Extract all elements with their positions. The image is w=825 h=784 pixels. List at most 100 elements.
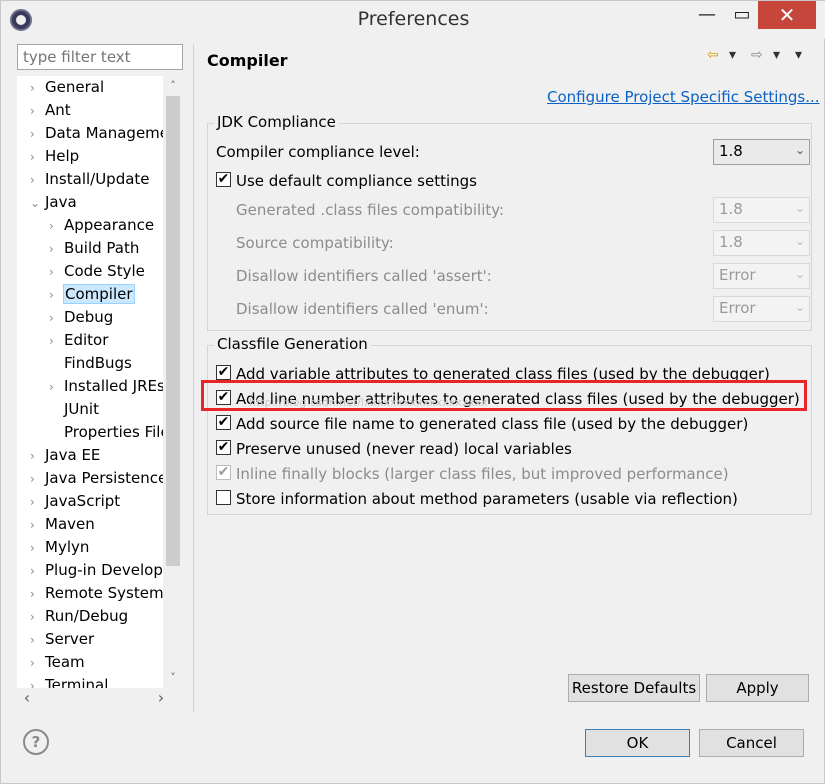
tree-item[interactable]: › Installed JREs	[49, 375, 166, 398]
expand-chevron-icon[interactable]: ›	[30, 100, 44, 123]
tree-item[interactable]: Properties File	[49, 421, 171, 444]
tree-item[interactable]: › Terminal	[30, 674, 109, 688]
source-compat-select[interactable]: 1.8 ⌄	[713, 230, 810, 256]
compliance-level-label: Compiler compliance level:	[216, 143, 420, 161]
tree-item-label: Team	[45, 653, 85, 671]
expand-chevron-icon[interactable]: ›	[30, 583, 44, 606]
tree-item-label: JUnit	[64, 400, 99, 418]
classfile-option-row[interactable]: Store information about method parameter…	[216, 487, 738, 511]
expand-chevron-icon[interactable]: ›	[30, 537, 44, 560]
assert-identifier-select[interactable]: Error ⌄	[713, 263, 810, 289]
expanded-chevron-icon[interactable]: ⌄	[30, 192, 44, 215]
unchecked-checkbox[interactable]	[216, 490, 231, 505]
expand-chevron-icon[interactable]: ›	[30, 606, 44, 629]
use-default-checkbox[interactable]: ✔	[216, 172, 231, 187]
cancel-button[interactable]: Cancel	[699, 729, 804, 757]
title-bar: Preferences — ▭ ✕	[1, 1, 825, 39]
tree-item[interactable]: › Run/Debug	[30, 605, 129, 628]
tree-item[interactable]: › Debug	[49, 306, 114, 329]
tree-item[interactable]: › JavaScript	[30, 490, 121, 513]
checked-checkbox[interactable]: ✔	[216, 440, 231, 455]
dialog-body: ›General›Ant›Data Managemen›Help›Install…	[9, 39, 820, 777]
chevron-down-icon: ⌄	[794, 234, 805, 248]
expand-chevron-icon[interactable]: ›	[49, 261, 63, 284]
expand-chevron-icon[interactable]: ›	[30, 169, 44, 192]
classfile-option-row[interactable]: ✔ Inline finally blocks (larger class fil…	[216, 462, 729, 486]
maximize-button[interactable]: ▭	[727, 1, 757, 29]
tree-vertical-scrollbar[interactable]: ˄ ˅	[163, 76, 183, 688]
enum-identifier-select[interactable]: Error ⌄	[713, 296, 810, 322]
close-button[interactable]: ✕	[758, 1, 816, 29]
tree-item-label: Server	[45, 630, 95, 648]
tree-item[interactable]: › Mylyn	[30, 536, 90, 559]
expand-chevron-icon[interactable]: ›	[30, 629, 44, 652]
scroll-down-icon[interactable]: ˅	[163, 668, 183, 688]
tree-item[interactable]: › Team	[30, 651, 86, 674]
expand-chevron-icon[interactable]: ›	[30, 445, 44, 468]
scroll-left-icon[interactable]: ‹	[17, 688, 37, 708]
scroll-up-icon[interactable]: ˄	[163, 76, 183, 96]
tree-item[interactable]: › Help	[30, 145, 80, 168]
classfile-option-row[interactable]: ✔ Add source file name to generated class…	[216, 412, 748, 436]
view-menu-icon[interactable]: ▾	[795, 47, 802, 63]
forward-dropdown-icon[interactable]: ▾	[773, 47, 780, 63]
tree-item[interactable]: › Compiler	[49, 283, 135, 306]
ok-button[interactable]: OK	[585, 729, 690, 757]
tree-item[interactable]: › Plug-in Developr	[30, 559, 170, 582]
tree-item-label: Run/Debug	[45, 607, 129, 625]
compliance-level-select[interactable]: 1.8 ⌄	[713, 139, 810, 165]
checked-checkbox[interactable]: ✔	[216, 365, 231, 380]
tree-item[interactable]: › Appearance	[49, 214, 155, 237]
tree-item[interactable]: › Install/Update	[30, 168, 151, 191]
tree-item[interactable]: › Ant	[30, 99, 72, 122]
tree-item[interactable]: › Build Path	[49, 237, 140, 260]
restore-defaults-button[interactable]: Restore Defaults	[568, 674, 700, 702]
filter-input[interactable]	[17, 44, 183, 70]
configure-project-settings-link[interactable]: Configure Project Specific Settings...	[547, 88, 820, 106]
expand-chevron-icon[interactable]: ›	[30, 77, 44, 100]
tree-item[interactable]: ⌄ Java	[30, 191, 78, 214]
tree-item-label: Remote Systems	[45, 584, 172, 602]
expand-chevron-icon[interactable]: ›	[30, 652, 44, 675]
checked-checkbox[interactable]: ✔	[216, 465, 231, 480]
generated-compat-select[interactable]: 1.8 ⌄	[713, 197, 810, 223]
tree-item[interactable]: › Editor	[49, 329, 109, 352]
forward-arrow-icon[interactable]: ⇨	[751, 47, 763, 63]
expand-chevron-icon[interactable]: ›	[30, 123, 44, 146]
tree-item[interactable]: › Java Persistence	[30, 467, 168, 490]
tree-item[interactable]: FindBugs	[49, 352, 133, 375]
back-dropdown-icon[interactable]: ▾	[729, 47, 736, 63]
use-default-compliance-row[interactable]: ✔ Use default compliance settings	[216, 169, 477, 193]
expand-chevron-icon[interactable]: ›	[30, 468, 44, 491]
expand-chevron-icon[interactable]: ›	[49, 215, 63, 238]
tree-item[interactable]: › Data Managemen	[30, 122, 180, 145]
tree-item[interactable]: › General	[30, 76, 105, 99]
expand-chevron-icon[interactable]: ›	[49, 307, 63, 330]
classfile-option-row[interactable]: ✔ Preserve unused (never read) local vari…	[216, 437, 572, 461]
expand-chevron-icon[interactable]: ›	[30, 560, 44, 583]
tree-item[interactable]: › Java EE	[30, 444, 101, 467]
help-icon[interactable]: ?	[23, 729, 49, 755]
tree-horizontal-scrollbar[interactable]: ‹ ›	[17, 688, 183, 708]
apply-button[interactable]: Apply	[706, 674, 809, 702]
expand-chevron-icon[interactable]: ›	[49, 330, 63, 353]
expand-chevron-icon[interactable]: ›	[49, 238, 63, 261]
minimize-button[interactable]: —	[687, 1, 727, 29]
pane-divider[interactable]	[193, 44, 194, 712]
tree-item-label: Java Persistence	[45, 469, 168, 487]
tree-item[interactable]: JUnit	[49, 398, 100, 421]
scroll-right-icon[interactable]: ›	[151, 688, 171, 708]
back-arrow-icon[interactable]: ⇦	[707, 47, 719, 63]
expand-chevron-icon[interactable]: ›	[30, 146, 44, 169]
vertical-scroll-thumb[interactable]	[166, 96, 180, 566]
tree-item[interactable]: › Maven	[30, 513, 96, 536]
checked-checkbox[interactable]: ✔	[216, 415, 231, 430]
tree-item[interactable]: › Remote Systems	[30, 582, 172, 605]
expand-chevron-icon[interactable]: ›	[49, 284, 63, 307]
expand-chevron-icon[interactable]: ›	[30, 675, 44, 688]
tree-item[interactable]: › Server	[30, 628, 95, 651]
tree-item[interactable]: › Code Style	[49, 260, 146, 283]
expand-chevron-icon[interactable]: ›	[30, 491, 44, 514]
expand-chevron-icon[interactable]: ›	[49, 376, 63, 399]
expand-chevron-icon[interactable]: ›	[30, 514, 44, 537]
